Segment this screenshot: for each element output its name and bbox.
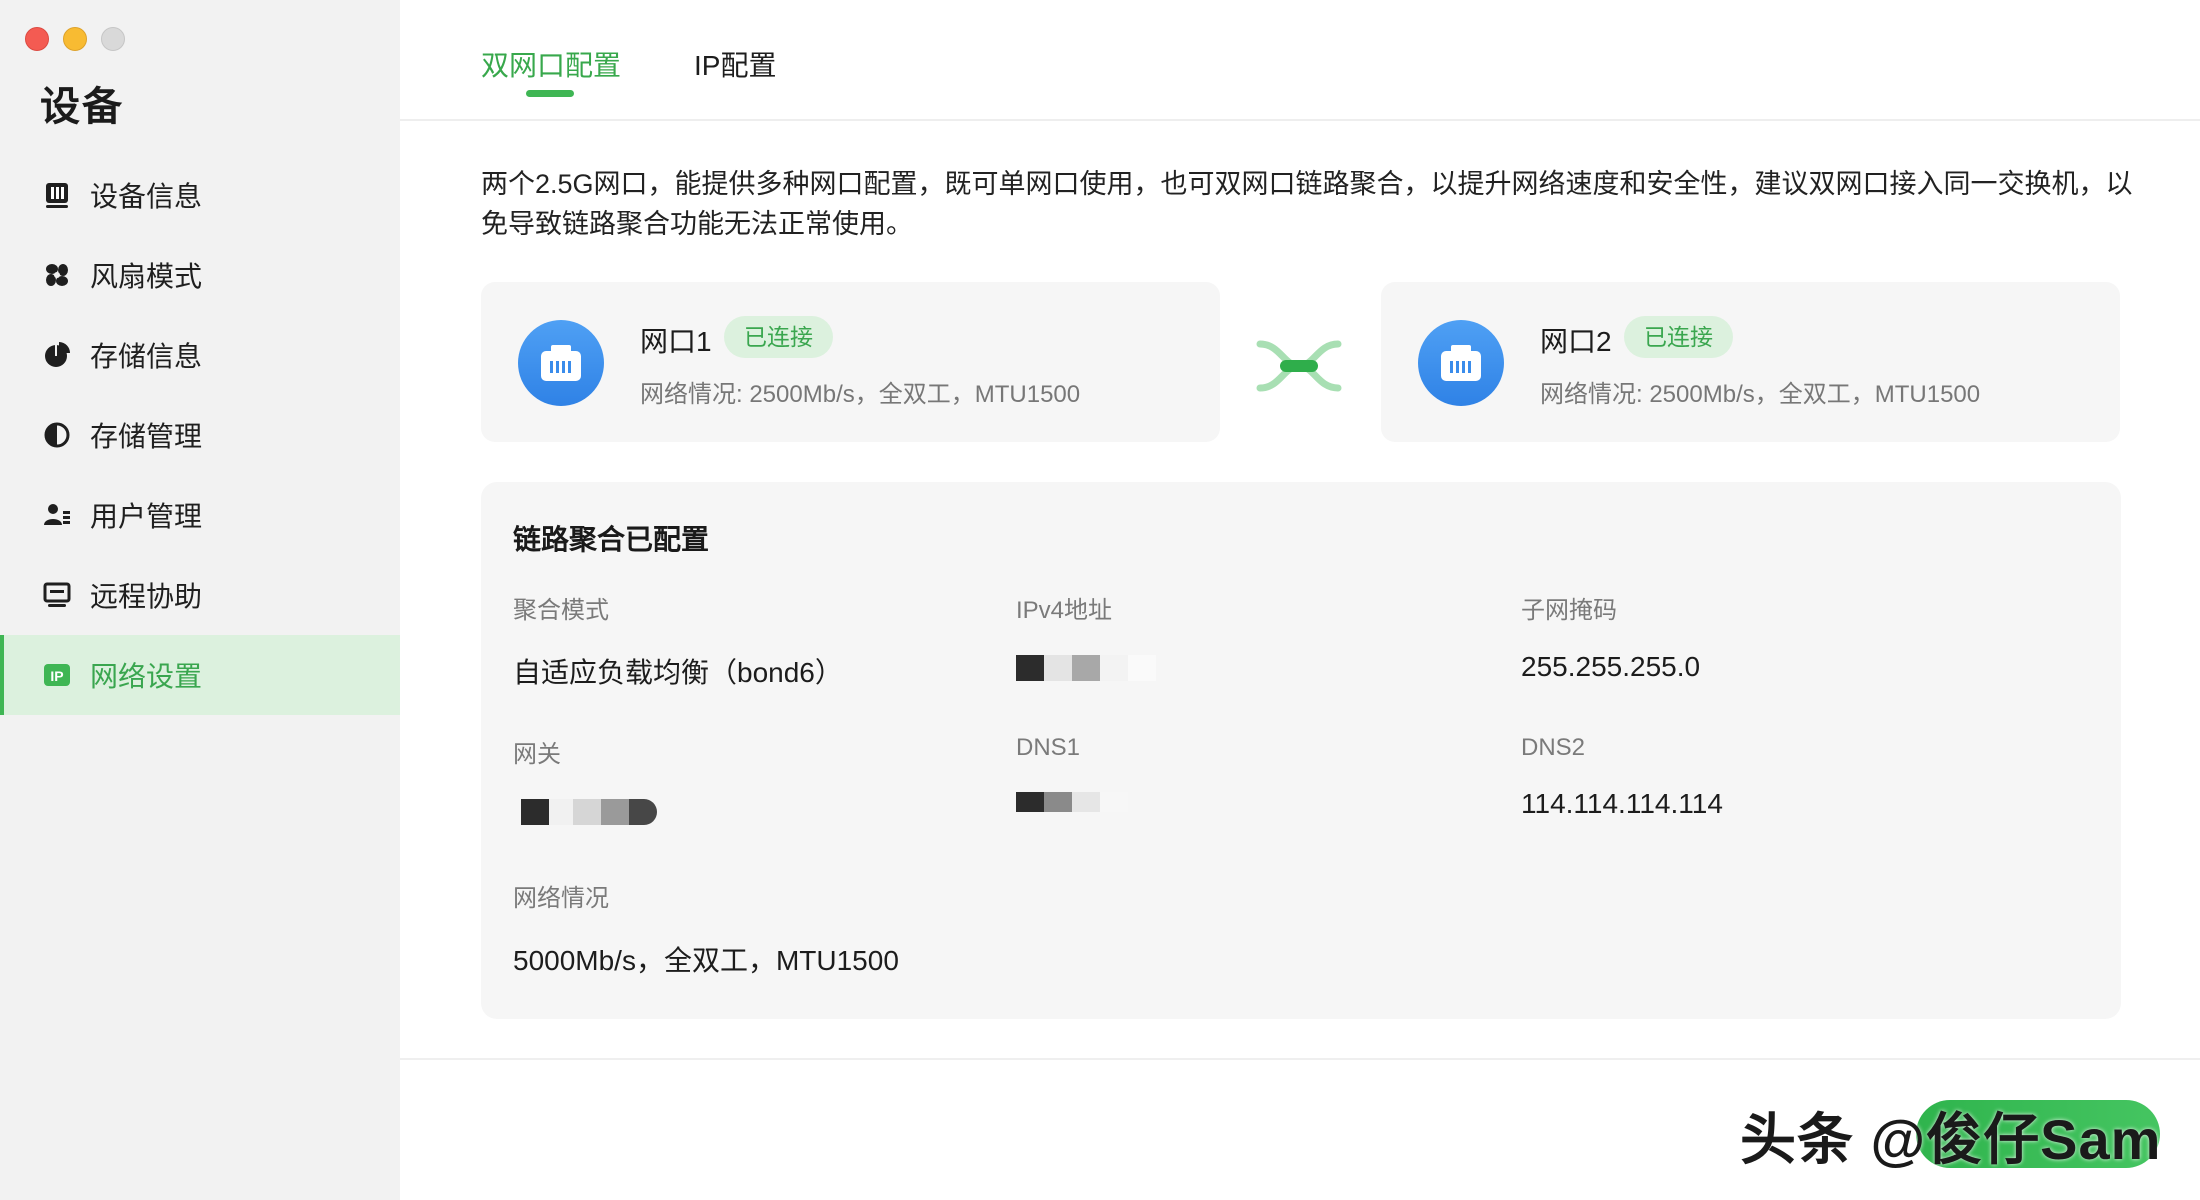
tab-dual-port-config[interactable]: 双网口配置 bbox=[481, 44, 621, 84]
port-status: 网络情况: 2500Mb/s，全双工，MTU1500 bbox=[1540, 381, 1981, 408]
ethernet-port-icon bbox=[1418, 320, 1504, 406]
fan-icon bbox=[42, 260, 72, 290]
sidebar-item-fan-mode[interactable]: 风扇模式 bbox=[0, 235, 400, 315]
field-dns1: DNS1 bbox=[1016, 734, 1128, 812]
minimize-window-button[interactable] bbox=[63, 27, 87, 51]
sidebar-title: 设备 bbox=[40, 85, 124, 129]
device-info-icon bbox=[42, 180, 72, 210]
footer-divider bbox=[400, 1058, 2200, 1060]
redacted-value bbox=[1016, 655, 1156, 681]
field-value: 5000Mb/s，全双工，MTU1500 bbox=[513, 945, 899, 976]
storage-pie-icon bbox=[42, 340, 72, 370]
sidebar-item-remote-assist[interactable]: 远程协助 bbox=[0, 555, 400, 635]
field-ipv4: IPv4地址 bbox=[1016, 590, 1156, 681]
monitor-icon bbox=[42, 580, 72, 610]
sidebar-item-label: 存储管理 bbox=[90, 421, 203, 452]
tab-ip-config[interactable]: IP配置 bbox=[694, 44, 776, 84]
sidebar-nav: 设备信息 风扇模式 存储信息 存储管理 用户管理 远程协助 IP 网络设置 bbox=[0, 155, 400, 715]
status-badge: 已连接 bbox=[724, 316, 833, 358]
aggregation-card: 链路聚合已配置 聚合模式 自适应负载均衡（bond6） IPv4地址 子网掩码 … bbox=[481, 482, 2121, 1019]
active-tab-indicator bbox=[526, 90, 574, 97]
field-value: 自适应负载均衡（bond6） bbox=[513, 657, 843, 688]
sidebar-item-label: 风扇模式 bbox=[90, 261, 203, 292]
window-controls bbox=[25, 27, 125, 51]
field-label: 子网掩码 bbox=[1521, 597, 1617, 624]
sidebar-item-device-info[interactable]: 设备信息 bbox=[0, 155, 400, 235]
sidebar-item-label: 存储信息 bbox=[90, 341, 203, 372]
field-network: 网络情况 5000Mb/s，全双工，MTU1500 bbox=[513, 878, 899, 979]
port-name: 网口2 bbox=[1540, 326, 1612, 357]
field-label: IPv4地址 bbox=[1016, 597, 1113, 624]
sidebar-item-storage-info[interactable]: 存储信息 bbox=[0, 315, 400, 395]
watermark: 头条 @俊仔Sam bbox=[1740, 1108, 2162, 1171]
field-gateway: 网关 bbox=[513, 734, 657, 825]
field-label: 网关 bbox=[513, 741, 561, 768]
status-badge: 已连接 bbox=[1624, 316, 1733, 358]
ip-icon: IP bbox=[42, 660, 72, 690]
main-content: 双网口配置 IP配置 两个2.5G网口，能提供多种网口配置，既可单网口使用，也可… bbox=[400, 0, 2200, 1200]
ethernet-port-icon bbox=[518, 320, 604, 406]
field-value: 114.114.114.114 bbox=[1521, 788, 1723, 819]
field-label: DNS1 bbox=[1016, 734, 1081, 761]
field-label: 聚合模式 bbox=[513, 597, 609, 624]
users-icon bbox=[42, 500, 72, 530]
field-label: DNS2 bbox=[1521, 734, 1586, 761]
close-window-button[interactable] bbox=[25, 27, 49, 51]
field-label: 网络情况 bbox=[513, 885, 609, 912]
storage-manage-icon bbox=[42, 420, 72, 450]
sidebar-item-label: 设备信息 bbox=[90, 181, 203, 212]
tab-bar: 双网口配置 IP配置 bbox=[400, 0, 2200, 121]
redacted-value bbox=[521, 799, 657, 825]
sidebar-item-label: 用户管理 bbox=[90, 501, 203, 532]
sidebar-item-storage-manage[interactable]: 存储管理 bbox=[0, 395, 400, 475]
zoom-window-button[interactable] bbox=[101, 27, 125, 51]
aggregation-title: 链路聚合已配置 bbox=[513, 524, 710, 555]
field-value: 255.255.255.0 bbox=[1521, 651, 1701, 682]
intro-text: 两个2.5G网口，能提供多种网口配置，既可单网口使用，也可双网口链路聚合，以提升… bbox=[481, 169, 2133, 239]
sidebar-item-label: 远程协助 bbox=[90, 581, 203, 612]
link-aggregation-icon bbox=[1256, 340, 1342, 392]
svg-text:IP: IP bbox=[50, 668, 63, 684]
port-name: 网口1 bbox=[640, 326, 712, 357]
sidebar-item-label: 网络设置 bbox=[90, 661, 203, 692]
field-dns2: DNS2 114.114.114.114 bbox=[1521, 734, 1723, 820]
field-subnet: 子网掩码 255.255.255.0 bbox=[1521, 590, 1700, 683]
port-card-2: 网口2 已连接 网络情况: 2500Mb/s，全双工，MTU1500 bbox=[1381, 282, 2120, 442]
port-card-1: 网口1 已连接 网络情况: 2500Mb/s，全双工，MTU1500 bbox=[481, 282, 1220, 442]
port-status: 网络情况: 2500Mb/s，全双工，MTU1500 bbox=[640, 381, 1081, 408]
sidebar-item-network-settings[interactable]: IP 网络设置 bbox=[0, 635, 400, 715]
sidebar: 设备 设备信息 风扇模式 存储信息 存储管理 用户管理 远程协助 IP 网络设置 bbox=[0, 0, 400, 1200]
field-mode: 聚合模式 自适应负载均衡（bond6） bbox=[513, 590, 843, 691]
sidebar-item-user-manage[interactable]: 用户管理 bbox=[0, 475, 400, 555]
redacted-value bbox=[1016, 792, 1128, 812]
